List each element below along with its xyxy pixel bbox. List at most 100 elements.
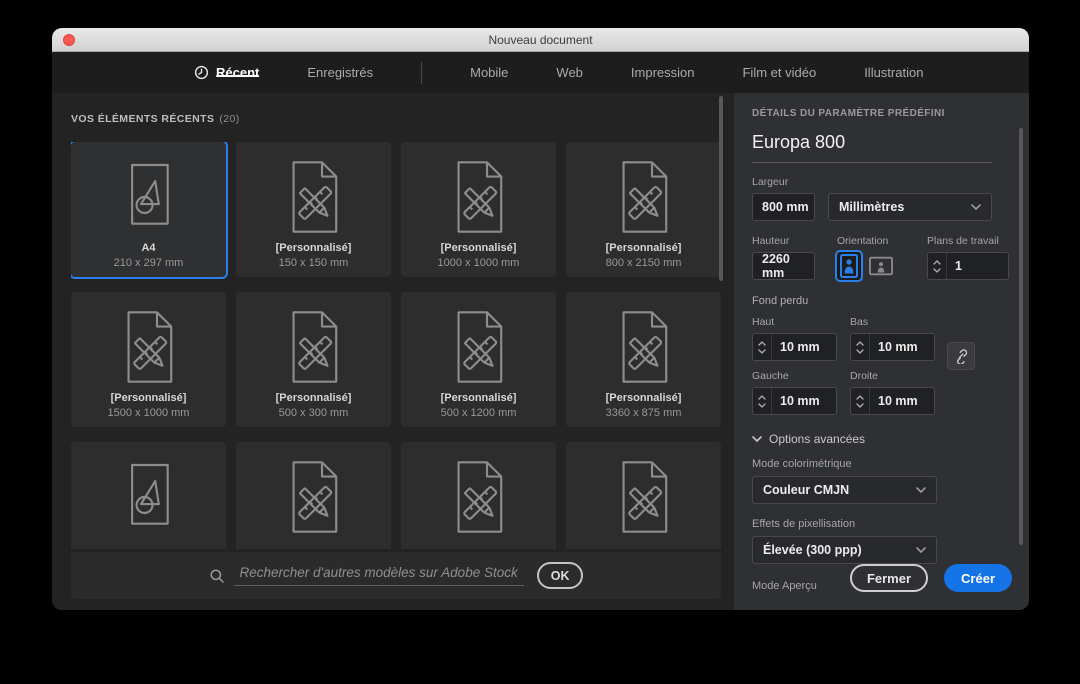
left-panel-scrollbar[interactable] — [719, 96, 723, 281]
chevron-up-icon — [856, 395, 864, 400]
bleed-right-value[interactable]: 10 mm — [870, 388, 934, 414]
bleed-label: Fond perdu — [752, 295, 1009, 307]
template-card-a4[interactable]: A4 210 x 297 mm — [71, 142, 226, 277]
unit-dropdown[interactable]: Millimètres — [828, 193, 992, 221]
bleed-left-stepper[interactable]: 10 mm — [752, 387, 837, 415]
close-window-button[interactable] — [63, 34, 75, 46]
bleed-bottom-value[interactable]: 10 mm — [870, 334, 934, 360]
template-grid: A4 210 x 297 mm [Personnalisé] 150 x 150… — [71, 142, 721, 549]
template-card-partial-3[interactable] — [401, 442, 556, 549]
bleed-top-value[interactable]: 10 mm — [772, 334, 836, 360]
template-size: 800 x 2150 mm — [606, 257, 682, 269]
chevron-down-icon — [971, 204, 981, 210]
advanced-options-toggle[interactable]: Options avancées — [752, 432, 1009, 446]
color-mode-value: Couleur CMJN — [763, 483, 849, 497]
bleed-top-stepper[interactable]: 10 mm — [752, 333, 837, 361]
portrait-orientation-icon — [840, 254, 858, 278]
template-name: [Personnalisé] — [606, 392, 682, 404]
template-card-partial-1[interactable] — [71, 442, 226, 549]
custom-doc-icon — [612, 457, 676, 537]
chevron-down-icon — [933, 268, 941, 273]
stepper-arrows[interactable] — [753, 388, 772, 414]
tab-mobile[interactable]: Mobile — [470, 52, 508, 93]
search-ok-button[interactable]: OK — [537, 562, 584, 589]
artboards-value[interactable]: 1 — [947, 253, 1008, 279]
chevron-up-icon — [758, 341, 766, 346]
tab-film-video[interactable]: Film et vidéo — [742, 52, 816, 93]
bleed-right-label: Droite — [850, 370, 935, 382]
details-header: DÉTAILS DU PARAMÈTRE PRÉDÉFINI — [752, 108, 1009, 119]
chevron-down-icon — [752, 436, 762, 442]
artboards-stepper[interactable]: 1 — [927, 252, 1009, 280]
template-size: 500 x 1200 mm — [441, 407, 517, 419]
stepper-arrows[interactable] — [753, 334, 772, 360]
template-card-custom-1000x1000[interactable]: [Personnalisé] 1000 x 1000 mm — [401, 142, 556, 277]
preset-name-underline — [752, 162, 992, 163]
template-size: 1000 x 1000 mm — [438, 257, 520, 269]
template-card-custom-500x300[interactable]: [Personnalisé] 500 x 300 mm — [236, 292, 391, 427]
raster-effects-dropdown[interactable]: Élevée (300 ppp) — [752, 536, 937, 564]
tab-print[interactable]: Impression — [631, 52, 695, 93]
template-name: A4 — [141, 242, 155, 254]
template-card-custom-500x1200[interactable]: [Personnalisé] 500 x 1200 mm — [401, 292, 556, 427]
clock-icon — [194, 65, 209, 80]
template-name: [Personnalisé] — [276, 242, 352, 254]
template-size: 3360 x 875 mm — [606, 407, 682, 419]
color-mode-label: Mode colorimétrique — [752, 458, 1009, 470]
raster-effects-label: Effets de pixellisation — [752, 518, 1009, 530]
template-card-custom-150x150[interactable]: [Personnalisé] 150 x 150 mm — [236, 142, 391, 277]
bleed-top-label: Haut — [752, 316, 850, 328]
custom-doc-icon — [447, 157, 511, 237]
template-size: 150 x 150 mm — [279, 257, 349, 269]
right-panel-scrollbar[interactable] — [1019, 128, 1023, 545]
adobe-stock-search-bar: Rechercher d'autres modèles sur Adobe St… — [71, 552, 721, 599]
orientation-landscape-button[interactable] — [869, 252, 893, 280]
color-mode-dropdown[interactable]: Couleur CMJN — [752, 476, 937, 504]
template-size: 500 x 300 mm — [279, 407, 349, 419]
chevron-up-icon — [758, 395, 766, 400]
custom-doc-icon — [282, 157, 346, 237]
create-button[interactable]: Créer — [944, 564, 1012, 592]
stepper-arrows[interactable] — [851, 334, 870, 360]
template-card-partial-2[interactable] — [236, 442, 391, 549]
tab-label: Récent — [216, 65, 259, 80]
tabbar-separator — [421, 62, 422, 84]
tab-recent[interactable]: Récent — [194, 52, 259, 93]
width-input[interactable]: 800 mm — [752, 193, 815, 221]
link-bleed-values-button[interactable] — [947, 342, 975, 370]
orientation-portrait-button[interactable] — [837, 252, 861, 280]
chevron-down-icon — [856, 403, 864, 408]
chain-link-icon — [953, 348, 969, 364]
advanced-options-label: Options avancées — [769, 432, 865, 446]
stock-search-input[interactable]: Rechercher d'autres modèles sur Adobe St… — [234, 565, 524, 586]
recent-items-header: VOS ÉLÉMENTS RÉCENTS(20) — [71, 113, 734, 125]
template-name: [Personnalisé] — [441, 242, 517, 254]
template-card-partial-4[interactable] — [566, 442, 721, 549]
bleed-bottom-stepper[interactable]: 10 mm — [850, 333, 935, 361]
chevron-up-icon — [933, 260, 941, 265]
tab-web[interactable]: Web — [556, 52, 583, 93]
chevron-down-icon — [856, 349, 864, 354]
orientation-label: Orientation — [837, 235, 918, 247]
template-card-custom-1500x1000[interactable]: [Personnalisé] 1500 x 1000 mm — [71, 292, 226, 427]
template-card-custom-3360x875[interactable]: [Personnalisé] 3360 x 875 mm — [566, 292, 721, 427]
preset-name-field[interactable]: Europa 800 — [752, 132, 1009, 153]
width-label: Largeur — [752, 176, 1009, 188]
artboards-label: Plans de travail — [927, 235, 1009, 247]
active-tab-underline — [216, 75, 259, 78]
custom-doc-icon — [447, 307, 511, 387]
stepper-arrows[interactable] — [851, 388, 870, 414]
bleed-right-stepper[interactable]: 10 mm — [850, 387, 935, 415]
chevron-down-icon — [916, 547, 926, 553]
custom-doc-icon — [117, 307, 181, 387]
tab-illustration[interactable]: Illustration — [864, 52, 923, 93]
bleed-left-label: Gauche — [752, 370, 850, 382]
stepper-arrows[interactable] — [928, 253, 947, 279]
search-icon — [209, 568, 225, 584]
height-input[interactable]: 2260 mm — [752, 252, 815, 280]
template-card-custom-800x2150[interactable]: [Personnalisé] 800 x 2150 mm — [566, 142, 721, 277]
close-button[interactable]: Fermer — [850, 564, 928, 592]
tab-saved[interactable]: Enregistrés — [307, 52, 373, 93]
template-size: 1500 x 1000 mm — [108, 407, 190, 419]
bleed-left-value[interactable]: 10 mm — [772, 388, 836, 414]
